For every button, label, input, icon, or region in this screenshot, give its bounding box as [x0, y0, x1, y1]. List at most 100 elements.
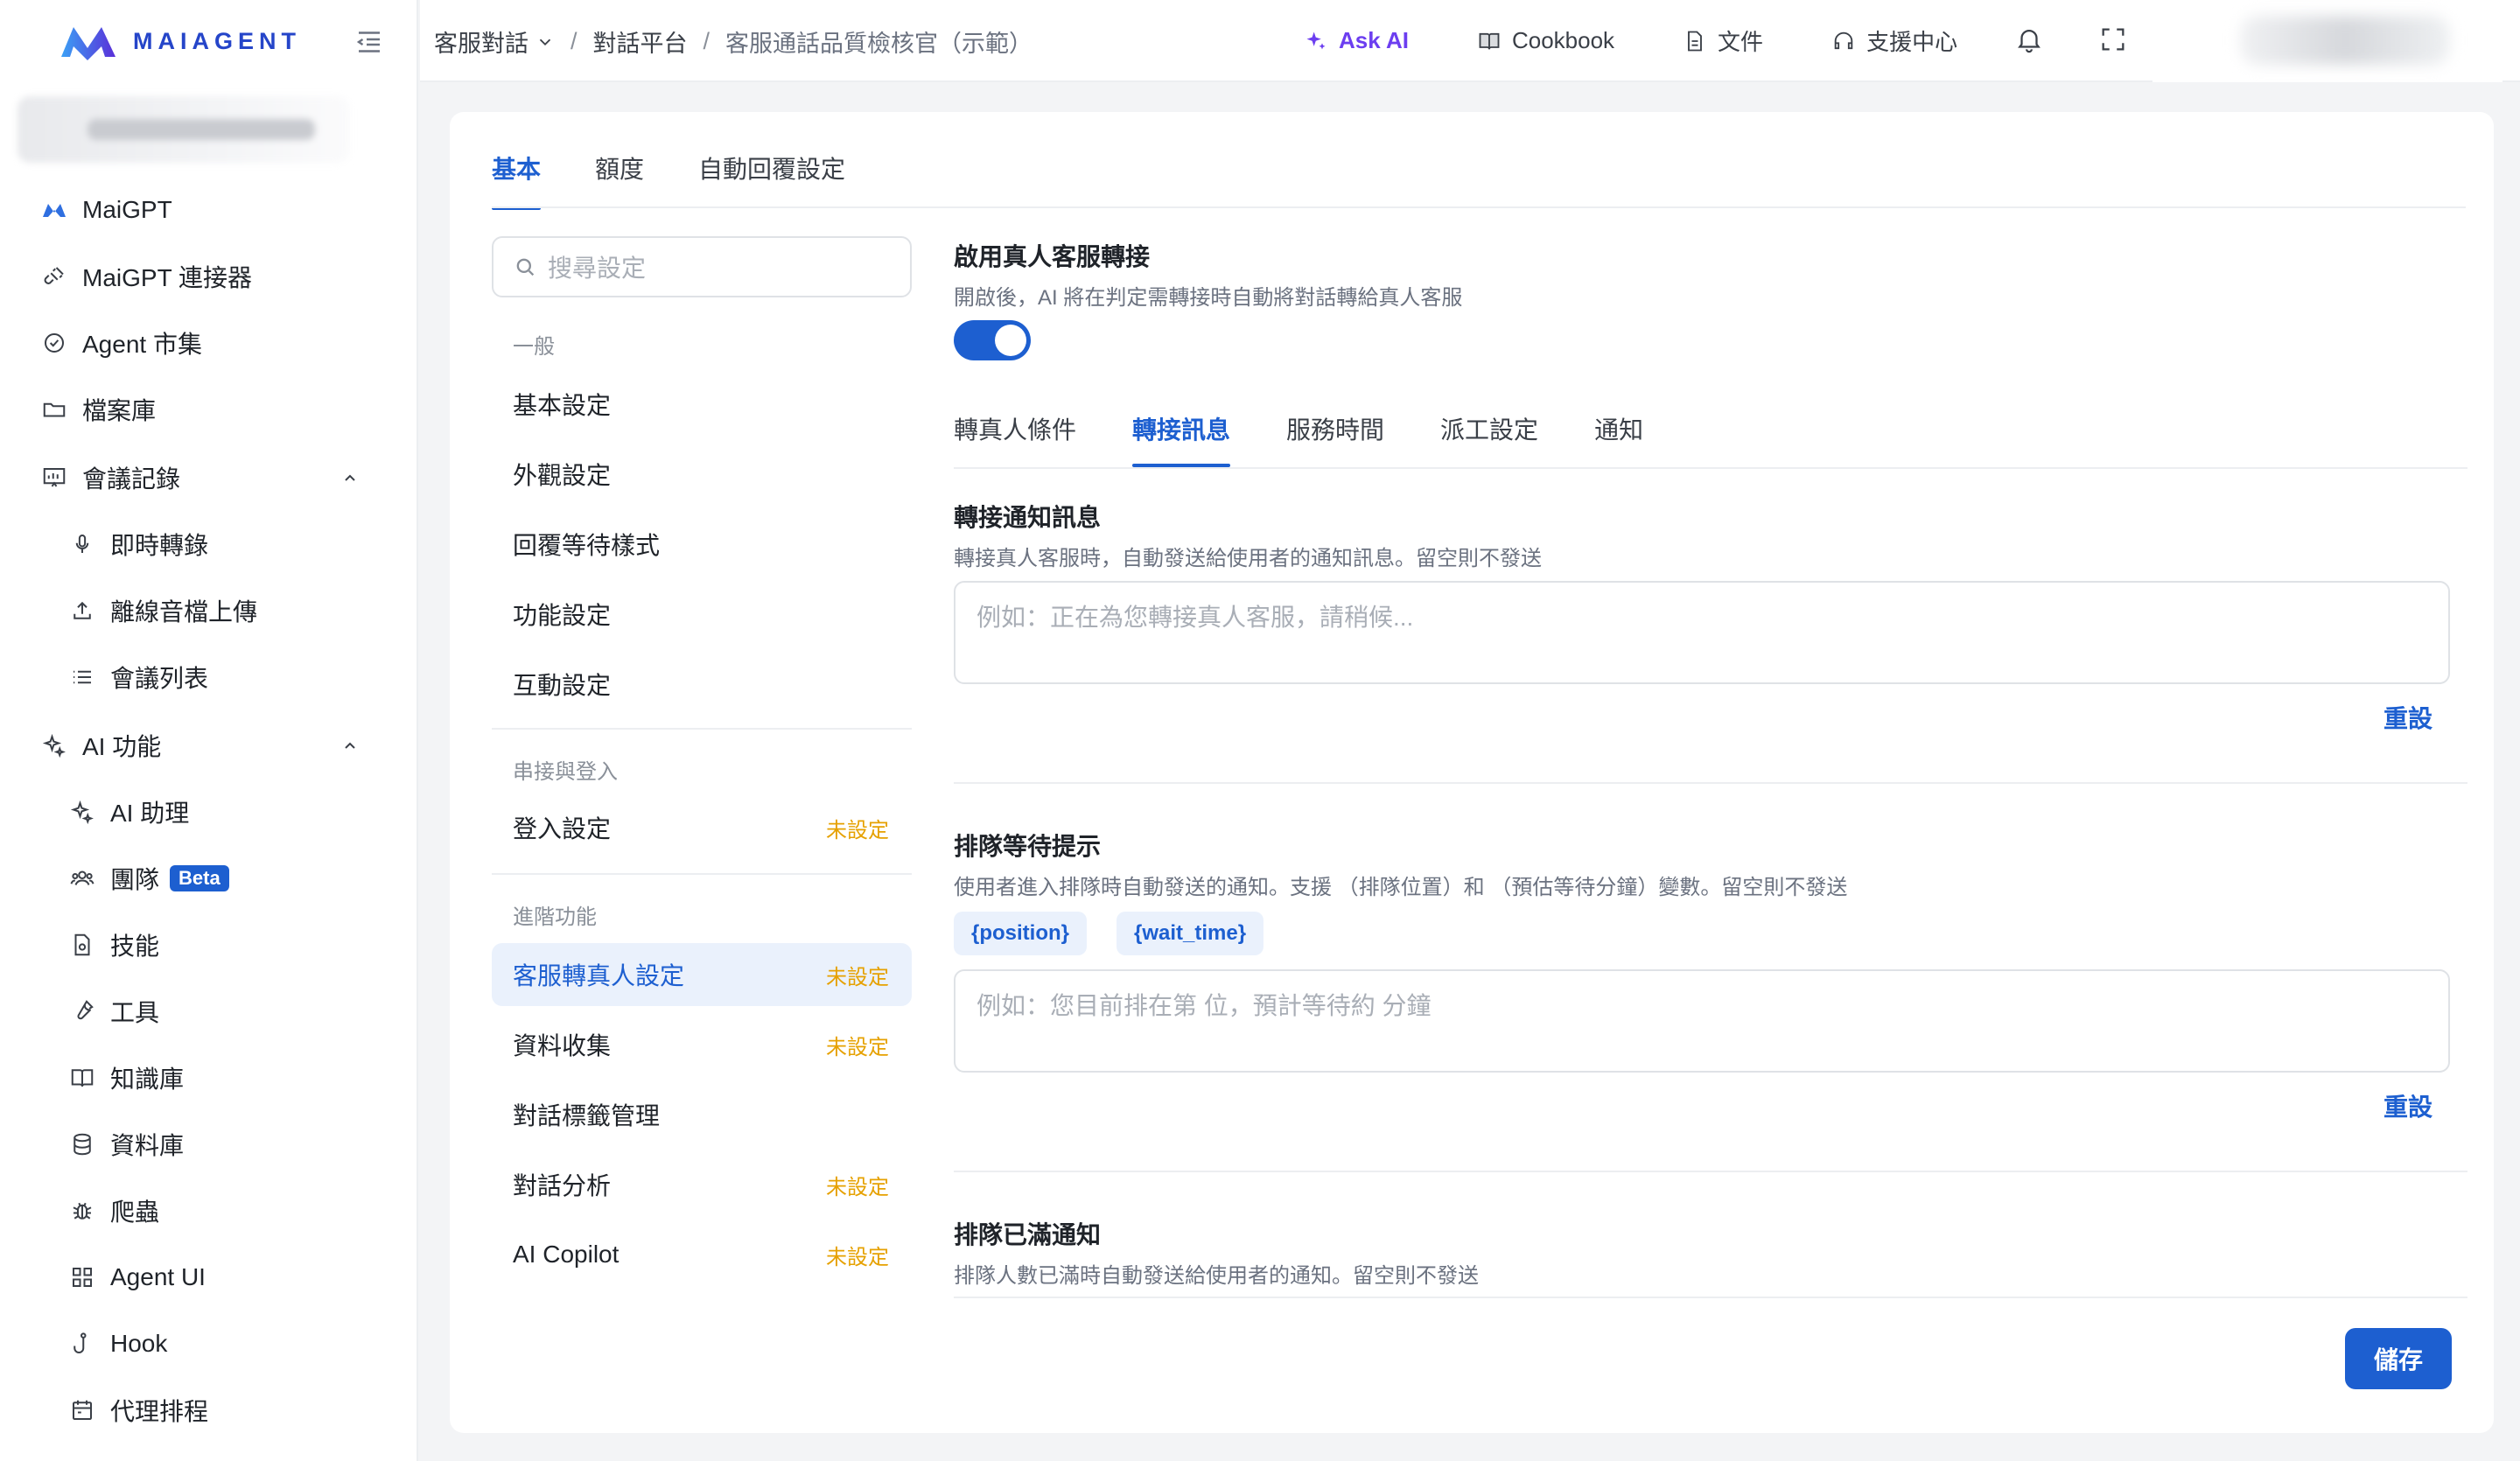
sidebar-item-maigpt[interactable]: MaiGPT	[38, 184, 388, 236]
sidebar-item-label: 團隊	[110, 866, 160, 893]
not-set-badge: 未設定	[826, 1175, 889, 1199]
subtab-notifications[interactable]: 通知	[1594, 411, 1643, 467]
list-icon	[66, 661, 98, 693]
subtab-service-hours[interactable]: 服務時間	[1286, 411, 1384, 467]
sidebar-item-agent-market[interactable]: Agent 市集	[38, 317, 388, 369]
beta-badge: Beta	[170, 865, 229, 891]
settings-item-conversation-analysis[interactable]: 對話分析 未設定	[492, 1153, 912, 1216]
settings-item-interaction[interactable]: 互動設定	[492, 653, 912, 716]
bell-icon[interactable]	[2014, 24, 2044, 54]
hook-icon	[66, 1328, 98, 1360]
search-settings-input[interactable]: 搜尋設定	[492, 236, 912, 297]
input-placeholder: 例如：正在為您轉接真人客服，請稍候...	[976, 604, 1414, 631]
calendar-icon	[66, 1395, 98, 1426]
handoff-toggle[interactable]	[954, 320, 1031, 360]
sidebar-item-team[interactable]: 團隊 Beta	[66, 852, 416, 905]
breadcrumb-separator: /	[570, 28, 578, 54]
settings-item-label: 互動設定	[513, 672, 612, 699]
headset-icon	[1834, 31, 1853, 49]
sidebar-item-database[interactable]: 資料庫	[66, 1118, 416, 1171]
sidebar-item-agent-schedule[interactable]: 代理排程	[66, 1384, 416, 1437]
wrench-icon	[66, 996, 98, 1027]
handoff-message-input[interactable]: 例如：正在為您轉接真人客服，請稍候...	[954, 581, 2450, 684]
fullscreen-icon[interactable]	[2098, 24, 2128, 54]
variable-chip-position[interactable]: {position}	[954, 912, 1087, 955]
reset-button[interactable]: 重設	[2384, 1088, 2432, 1123]
variable-chip-wait-time[interactable]: {wait_time}	[1116, 912, 1264, 955]
grid-icon	[66, 1262, 98, 1293]
ask-ai-button[interactable]: Ask AI	[1304, 27, 1409, 54]
sidebar-item-label: Hook	[110, 1330, 168, 1357]
sidebar-item-label: 即時轉錄	[110, 532, 209, 559]
settings-item-data-collection[interactable]: 資料收集 未設定	[492, 1013, 912, 1076]
sidebar-item-hook[interactable]: Hook	[66, 1318, 416, 1370]
search-placeholder: 搜尋設定	[548, 255, 647, 282]
settings-item-label: AI Copilot	[513, 1241, 620, 1268]
docs-button[interactable]: 文件	[1683, 24, 1763, 57]
subtab-handoff-messages[interactable]: 轉接訊息	[1132, 411, 1231, 467]
settings-item-basic[interactable]: 基本設定	[492, 373, 912, 436]
tabs-divider	[492, 206, 2466, 208]
sidebar-item-maigpt-connector[interactable]: MaiGPT 連接器	[38, 250, 388, 303]
skill-file-icon	[66, 929, 98, 961]
breadcrumb: 客服對話 / 對話平台 / 客服通話品質檢核官（示範）	[434, 24, 1032, 59]
settings-item-label: 資料收集	[513, 1032, 612, 1059]
breadcrumb-item[interactable]: 對話平台	[593, 24, 688, 59]
not-set-badge: 未設定	[826, 1245, 889, 1269]
settings-item-human-handoff[interactable]: 客服轉真人設定 未設定	[492, 943, 912, 1006]
tab-quota[interactable]: 額度	[595, 150, 644, 210]
chevron-down-icon[interactable]	[536, 32, 555, 52]
organization-switcher[interactable]	[18, 96, 350, 163]
sidebar-item-live-transcribe[interactable]: 即時轉錄	[66, 518, 416, 570]
sidebar-item-label: 會議列表	[110, 665, 209, 692]
sidebar-item-ai-assistant[interactable]: AI 助理	[66, 786, 416, 838]
sidebar-item-crawler[interactable]: 爬蟲	[66, 1185, 416, 1237]
sidebar-item-knowledge-base[interactable]: 知識庫	[66, 1052, 416, 1104]
sparkle-icon	[1306, 31, 1326, 49]
support-center-button[interactable]: 支援中心	[1831, 24, 1957, 57]
settings-item-features[interactable]: 功能設定	[492, 583, 912, 646]
sidebar-item-agent-ui[interactable]: Agent UI	[66, 1251, 416, 1304]
sidebar-item-offline-upload[interactable]: 離線音檔上傳	[66, 584, 416, 637]
sidebar-item-meeting-list[interactable]: 會議列表	[66, 651, 416, 703]
brand-logo[interactable]: MAIAGENT	[58, 19, 301, 63]
sidebar-item-tools[interactable]: 工具	[66, 985, 416, 1038]
cookbook-label: Cookbook	[1511, 27, 1615, 53]
badge-check-icon	[38, 327, 70, 359]
subtab-conditions[interactable]: 轉真人條件	[954, 411, 1076, 467]
subtab-dispatch[interactable]: 派工設定	[1440, 411, 1538, 467]
settings-item-appearance[interactable]: 外觀設定	[492, 443, 912, 506]
topbar: 客服對話 / 對話平台 / 客服通話品質檢核官（示範） Ask AI Cookb…	[420, 0, 2520, 82]
settings-item-login[interactable]: 登入設定 未設定	[492, 796, 912, 859]
sidebar-item-label: AI 功能	[82, 733, 162, 760]
settings-item-tag-management[interactable]: 對話標籤管理	[492, 1083, 912, 1146]
presentation-icon	[38, 462, 70, 493]
brand-name: MAIAGENT	[133, 27, 301, 54]
sidebar-item-meeting-records[interactable]: 會議記錄	[38, 451, 388, 504]
section-description: 排隊人數已滿時自動發送給使用者的通知。留空則不發送	[954, 1264, 1479, 1288]
settings-item-ai-copilot[interactable]: AI Copilot 未設定	[492, 1223, 912, 1286]
collapse-sidebar-icon[interactable]	[354, 26, 385, 58]
settings-item-label: 對話分析	[513, 1172, 612, 1199]
settings-item-reply-wait-style[interactable]: 回覆等待樣式	[492, 513, 912, 576]
reset-button[interactable]: 重設	[2384, 700, 2432, 735]
sidebar-item-ai-features[interactable]: AI 功能	[38, 719, 388, 772]
book-icon	[66, 1062, 98, 1094]
tab-auto-reply[interactable]: 自動回覆設定	[698, 150, 845, 210]
sidebar-item-label: 知識庫	[110, 1066, 185, 1093]
save-button[interactable]: 儲存	[2345, 1328, 2452, 1389]
docs-label: 文件	[1718, 29, 1764, 55]
ask-ai-label: Ask AI	[1339, 27, 1409, 53]
user-menu[interactable]	[2152, 0, 2502, 82]
sidebar-item-skills[interactable]: 技能	[66, 919, 416, 971]
tab-basic[interactable]: 基本	[492, 150, 542, 210]
cookbook-button[interactable]: Cookbook	[1477, 27, 1614, 54]
group-divider	[492, 728, 912, 730]
breadcrumb-item[interactable]: 客服對話	[434, 24, 528, 59]
sidebar-item-files[interactable]: 檔案庫	[38, 383, 388, 436]
not-set-badge: 未設定	[826, 1035, 889, 1059]
queue-wait-input[interactable]: 例如：您目前排在第 位，預計等待約 分鐘	[954, 969, 2450, 1073]
database-icon	[66, 1129, 98, 1160]
section-title: 排隊已滿通知	[954, 1221, 1102, 1248]
sidebar-item-label: 代理排程	[110, 1398, 209, 1425]
